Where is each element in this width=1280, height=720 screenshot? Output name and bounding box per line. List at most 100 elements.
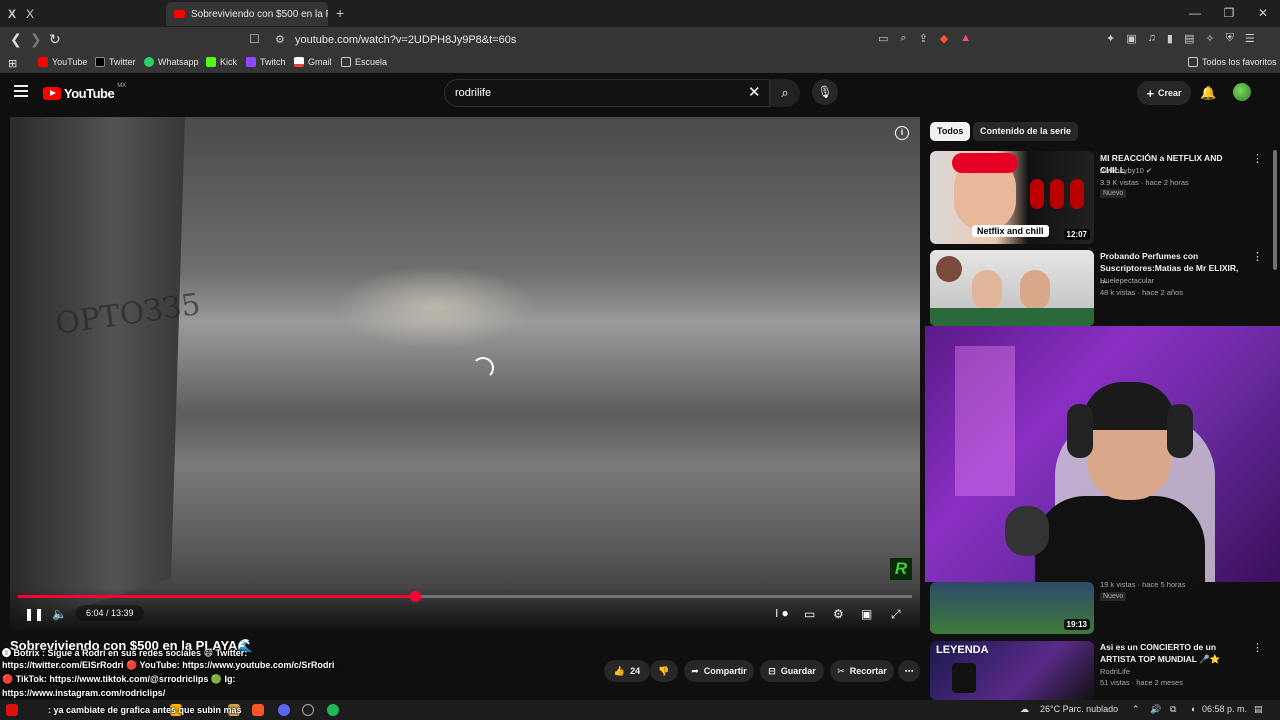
logo-text: YouTube xyxy=(64,86,115,101)
bookmark-gmail[interactable]: Gmail xyxy=(294,57,332,67)
settings-gear-icon[interactable]: ⚙ xyxy=(833,607,844,621)
miniplayer-icon[interactable]: ▣ xyxy=(861,607,872,621)
like-button[interactable]: 👍 24 xyxy=(604,660,650,682)
active-tab[interactable]: Sobreviviendo con $500 en la PL ✕ xyxy=(166,2,328,26)
volume-tray-icon[interactable]: ◖ xyxy=(1190,704,1195,714)
bookmark-kick[interactable]: Kick xyxy=(206,57,237,67)
rec-title[interactable]: Asi es un CONCIERTO de un ARTISTA TOP MU… xyxy=(1100,641,1246,665)
taskbar-app-icon[interactable] xyxy=(302,704,314,716)
wallet-icon[interactable]: ▤ xyxy=(1184,32,1194,45)
brave-browser-icon[interactable] xyxy=(252,704,264,716)
rec-channel[interactable]: RodriLife xyxy=(1100,666,1130,677)
pause-icon[interactable]: ❚❚ xyxy=(24,607,44,621)
autoplay-toggle[interactable]: ⏽● xyxy=(772,606,789,621)
taskbar-app-icon[interactable] xyxy=(6,704,18,716)
search-input[interactable]: rodrilife xyxy=(444,79,770,107)
subtitles-icon[interactable]: ▭ xyxy=(804,607,815,621)
voice-search-button[interactable]: 🎙 xyxy=(812,79,838,105)
bookmarks-bar: ⊞ YouTube Twitter Whatsapp Kick Twitch G… xyxy=(0,53,1280,73)
extensions-icon[interactable]: ✦ xyxy=(1106,32,1115,45)
tray-chevron-icon[interactable]: ⌃ xyxy=(1132,704,1140,715)
clock[interactable]: 06:58 p. m. xyxy=(1202,704,1247,714)
dislike-button[interactable]: 👎 xyxy=(650,660,678,682)
speaker-icon[interactable]: 🔊 xyxy=(1150,704,1161,715)
bookmark-escuela[interactable]: Escuela xyxy=(341,57,387,67)
save-playlist-icon: ⊟ xyxy=(768,665,776,676)
more-vertical-icon[interactable]: ⋮ xyxy=(1252,250,1263,263)
fullscreen-icon[interactable]: ⤢ xyxy=(891,607,901,622)
close-window-icon[interactable]: ✕ xyxy=(1246,0,1280,27)
cast-icon[interactable]: ▭ xyxy=(878,32,888,45)
progress-bar[interactable] xyxy=(18,591,912,602)
extensions-area: ✦ ▣ ♫ ▮ ▤ ✧ ⛨ ☰ xyxy=(1106,32,1255,45)
notifications-tray-icon[interactable]: ▤ xyxy=(1254,704,1263,715)
more-vertical-icon[interactable]: ⋮ xyxy=(1252,641,1263,654)
brave-shield-icon[interactable]: ◆ xyxy=(940,32,948,45)
brave-rewards-icon[interactable]: ▲ xyxy=(960,32,971,45)
bookmark-youtube[interactable]: YouTube xyxy=(38,57,87,67)
reload-icon[interactable]: ↻ xyxy=(49,31,61,48)
youtube-play-icon xyxy=(43,87,61,100)
sidebar-scrollbar[interactable] xyxy=(1273,150,1277,270)
site-info-icon[interactable]: ⚙ xyxy=(275,33,285,46)
discord-icon[interactable] xyxy=(278,704,290,716)
more-vertical-icon[interactable]: ⋮ xyxy=(1252,152,1263,165)
zoom-icon[interactable]: ⌕ xyxy=(900,32,906,45)
search-button[interactable]: ⌕ xyxy=(770,79,800,107)
save-button[interactable]: ⊟ Guardar xyxy=(760,660,824,682)
hamburger-menu-icon[interactable] xyxy=(14,85,28,100)
volume-icon[interactable]: 🔈 xyxy=(52,607,67,621)
rec-thumbnail[interactable]: 19:13 xyxy=(930,582,1094,634)
time-display: 6:04 / 13:39 xyxy=(76,605,144,621)
minimize-icon[interactable]: — xyxy=(1178,0,1212,27)
rec-channel[interactable]: Huelepectacular xyxy=(1100,275,1154,286)
bookmark-twitch[interactable]: Twitch xyxy=(246,57,286,67)
back-icon[interactable]: ❮ xyxy=(10,31,22,48)
create-button[interactable]: + Crear xyxy=(1137,81,1191,105)
rec-thumbnail[interactable]: Netflix and chill 12:07 xyxy=(930,151,1094,244)
restore-icon[interactable]: ❐ xyxy=(1212,0,1246,27)
more-actions-button[interactable]: ⋯ xyxy=(898,660,920,682)
thumb-avatar xyxy=(936,256,962,282)
whatsapp-icon xyxy=(144,57,154,67)
avatar[interactable] xyxy=(1233,83,1251,101)
progress-scrubber[interactable] xyxy=(409,591,421,602)
screenshot-icon[interactable]: ▣ xyxy=(1126,32,1136,45)
new-tab-icon[interactable]: + xyxy=(336,5,344,21)
share-button[interactable]: ➦ Compartir xyxy=(684,660,754,682)
video-wall xyxy=(10,117,185,630)
bookmark-icon[interactable]: ☐ xyxy=(249,32,260,46)
all-favorites[interactable]: Todos los favoritos xyxy=(1188,57,1277,67)
weather-icon[interactable]: ☁ xyxy=(1020,704,1029,715)
url-actions: ▭ ⌕ ⇪ ◆ ▲ xyxy=(878,32,971,45)
clear-search-icon[interactable]: ✕ xyxy=(748,84,761,101)
vpn-icon[interactable]: ⛨ xyxy=(1226,32,1234,45)
forward-icon[interactable]: ❯ xyxy=(30,31,42,48)
menu-icon[interactable]: ☰ xyxy=(1245,32,1255,45)
pinned-tab-x[interactable]: X X xyxy=(0,7,40,21)
notifications-bell-icon[interactable]: 🔔 xyxy=(1200,85,1216,101)
video-player[interactable]: ОРТОЗЗ5 i R ❚❚ 🔈 6:04 / 13:39 ⏽● ▭ ⚙ ▣ ⤢ xyxy=(10,117,920,630)
sidebar-icon[interactable]: ▮ xyxy=(1167,32,1173,45)
chip-todos[interactable]: Todos xyxy=(930,122,971,141)
channel-watermark[interactable]: R xyxy=(890,558,912,580)
rec-thumbnail[interactable] xyxy=(930,250,1094,326)
youtube-favicon-icon xyxy=(174,10,185,18)
clip-button[interactable]: ✂ Recortar xyxy=(830,660,894,682)
youtube-logo[interactable]: YouTube MX xyxy=(43,83,126,101)
chip-series[interactable]: Contenido de la serie xyxy=(973,122,1079,141)
like-count: 24 xyxy=(630,666,641,676)
info-icon[interactable]: i xyxy=(895,126,909,140)
leo-icon[interactable]: ✧ xyxy=(1205,32,1214,45)
share-icon[interactable]: ⇪ xyxy=(919,32,928,45)
rec-channel[interactable]: Anthonyby10 ✔ xyxy=(1100,165,1152,176)
apps-grid-icon[interactable]: ⊞ xyxy=(8,57,17,70)
rec-thumbnail[interactable]: LEYENDA xyxy=(930,641,1094,700)
bookmark-twitter[interactable]: Twitter xyxy=(95,57,136,67)
new-badge: Nuevo xyxy=(1100,189,1127,198)
spotify-icon[interactable] xyxy=(327,704,339,716)
media-icon[interactable]: ♫ xyxy=(1148,32,1156,45)
network-icon[interactable]: ⧉ xyxy=(1170,704,1176,715)
weather-text[interactable]: 26°C Parc. nublado xyxy=(1040,704,1118,714)
bookmark-whatsapp[interactable]: Whatsapp xyxy=(144,57,199,67)
